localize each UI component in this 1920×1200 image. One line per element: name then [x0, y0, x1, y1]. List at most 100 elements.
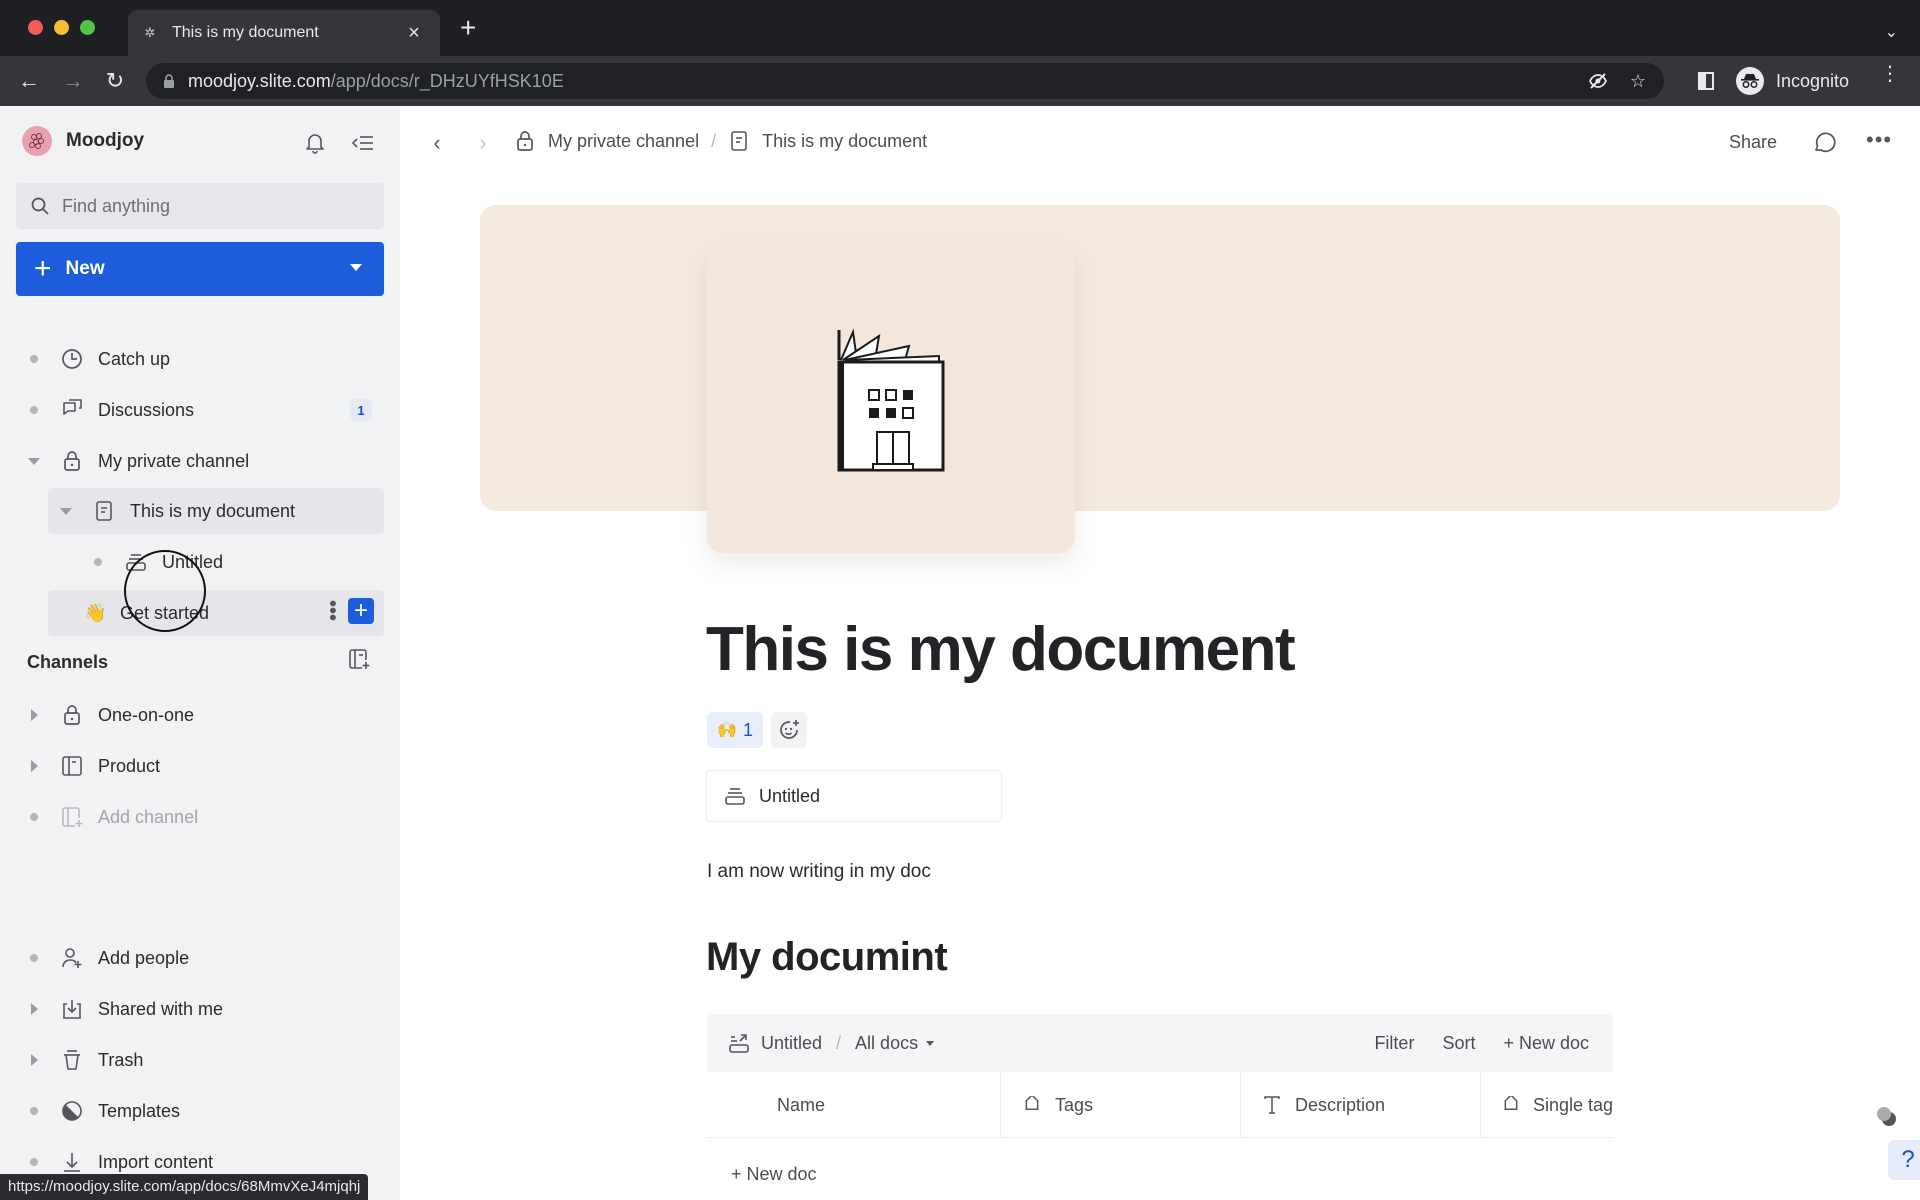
body-paragraph[interactable]: I am now writing in my doc [707, 861, 931, 883]
raising-hands-emoji: 🙌 [717, 722, 737, 739]
tag-icon [1021, 1094, 1043, 1116]
sidebar-item-my-private-channel[interactable]: My private channel [16, 438, 384, 484]
column-header-description[interactable]: Description [1241, 1072, 1481, 1138]
side-panel-icon[interactable] [1698, 72, 1714, 90]
expand-chevron-icon[interactable] [31, 709, 38, 721]
sidebar-item-untitled[interactable]: Untitled [80, 539, 384, 585]
breadcrumb-channel-link[interactable]: My private channel [548, 131, 699, 152]
profile-button[interactable]: Incognito [1736, 64, 1861, 98]
sidebar-item-templates[interactable]: Templates [16, 1088, 384, 1134]
sidebar-item-get-started[interactable]: 👋 Get started ••• + [48, 590, 384, 636]
view-name: All docs [855, 1032, 919, 1053]
channel-label: Product [98, 755, 161, 776]
new-channel-icon[interactable] [348, 648, 372, 672]
expand-chevron-icon[interactable] [31, 1003, 38, 1015]
view-selector[interactable]: All docs [855, 1032, 935, 1054]
new-button-label: New [65, 258, 105, 279]
column-label: Name [777, 1094, 826, 1115]
bullet-icon [30, 954, 38, 962]
breadcrumb-document-link[interactable]: This is my document [762, 131, 927, 152]
sidebar-item-this-is-my-document[interactable]: This is my document [48, 488, 384, 534]
sidebar: Moodjoy + New Catch up Discussions [0, 106, 400, 1200]
address-bar[interactable]: moodjoy.slite.com/app/docs/r_DHzUYfHSK10… [146, 63, 1664, 99]
expand-chevron-icon[interactable] [60, 507, 72, 515]
window-maximize-button[interactable] [80, 20, 95, 35]
more-options-icon[interactable]: ••• [1866, 129, 1892, 151]
embedded-collection-link[interactable]: Untitled [706, 770, 1002, 822]
sidebar-item-label: Untitled [162, 551, 224, 572]
share-button[interactable]: Share [1729, 132, 1777, 153]
history-forward-icon[interactable]: › [470, 130, 496, 156]
window-minimize-button[interactable] [54, 20, 69, 35]
bookmark-star-icon[interactable]: ☆ [1630, 71, 1646, 92]
tag-icon [1501, 1094, 1521, 1116]
database-toolbar: Untitled / All docs Filter Sort + New do… [707, 1014, 1613, 1072]
document-icon [728, 130, 750, 152]
sidebar-item-discussions[interactable]: Discussions 1 [16, 387, 384, 433]
expand-chevron-icon[interactable] [31, 760, 38, 772]
browser-tab[interactable]: ✲ This is my document × [128, 10, 440, 56]
workspace-switcher[interactable]: Moodjoy [22, 126, 144, 156]
browser-menu-icon[interactable]: ⋮ [1880, 64, 1900, 84]
document-title[interactable]: This is my document [706, 614, 1296, 685]
history-back-icon[interactable]: ‹ [424, 130, 450, 156]
discussion-icon [60, 398, 84, 422]
channel-label: One-on-one [98, 704, 195, 725]
document-icon-card[interactable] [707, 247, 1075, 553]
sidebar-item-trash[interactable]: Trash [16, 1037, 384, 1083]
trash-icon [60, 1048, 84, 1072]
sidebar-item-add-people[interactable]: Add people [16, 935, 384, 981]
workspace-logo [22, 126, 52, 156]
tab-search-chevron-icon[interactable]: ⌄ [1885, 22, 1898, 42]
sort-button[interactable]: Sort [1442, 1033, 1475, 1054]
browser-tabstrip: ✲ This is my document × + ⌄ [0, 0, 1920, 56]
sidebar-item-catch-up[interactable]: Catch up [16, 336, 384, 382]
sidebar-item-shared-with-me[interactable]: Shared with me [16, 986, 384, 1032]
new-button[interactable]: + New [16, 242, 384, 296]
search-input[interactable] [62, 195, 362, 217]
cover-image[interactable] [480, 205, 1840, 511]
new-doc-button[interactable]: + New doc [1503, 1033, 1589, 1054]
column-header-tags[interactable]: Tags [1001, 1072, 1241, 1138]
add-channel-button[interactable]: Add channel [16, 794, 384, 840]
add-row-button[interactable]: + New doc [731, 1164, 817, 1185]
filter-button[interactable]: Filter [1374, 1033, 1414, 1054]
reload-button[interactable]: ↻ [100, 66, 130, 96]
reaction-raising-hands[interactable]: 🙌 1 [707, 712, 763, 748]
tracking-protection-eye-off-icon[interactable] [1588, 71, 1608, 92]
add-subdoc-button[interactable]: + [348, 598, 374, 624]
add-reaction-icon[interactable] [771, 712, 807, 748]
bullet-icon [30, 406, 38, 414]
lock-icon [514, 130, 536, 152]
column-label: Tags [1055, 1094, 1094, 1115]
more-options-icon[interactable]: ••• [321, 600, 343, 621]
help-button[interactable]: ? [1888, 1140, 1920, 1180]
column-header-name[interactable]: Name [707, 1072, 1001, 1138]
expand-chevron-icon[interactable] [28, 457, 40, 465]
search-box[interactable] [16, 183, 384, 229]
collection-open-icon[interactable] [727, 1031, 751, 1055]
comments-icon[interactable] [1812, 130, 1838, 156]
collapse-sidebar-icon[interactable] [350, 130, 376, 156]
reaction-count: 1 [742, 719, 753, 740]
new-dropdown-caret-icon[interactable] [350, 264, 362, 271]
section-heading[interactable]: My documint [706, 935, 948, 980]
channel-product[interactable]: Product [16, 743, 384, 789]
reactions-bar: 🙌 1 [707, 712, 807, 748]
profile-label: Incognito [1776, 70, 1850, 91]
clock-icon [60, 347, 84, 371]
tab-close-icon[interactable]: × [402, 22, 426, 45]
window-close-button[interactable] [28, 20, 43, 35]
column-header-single-tag[interactable]: Single tag [1481, 1072, 1613, 1138]
forward-button[interactable]: → [58, 66, 88, 96]
new-tab-button[interactable]: + [460, 14, 476, 42]
embed-label: Untitled [759, 785, 821, 806]
presence-avatar-icon[interactable] [1876, 1106, 1896, 1126]
collection-name-link[interactable]: Untitled [761, 1033, 822, 1054]
expand-chevron-icon[interactable] [31, 1054, 38, 1066]
back-button[interactable]: ← [14, 66, 44, 96]
channel-one-on-one[interactable]: One-on-one [16, 692, 384, 738]
notifications-bell-icon[interactable] [302, 130, 328, 156]
link-hover-status: https://moodjoy.slite.com/app/docs/68Mmv… [0, 1174, 369, 1200]
breadcrumb-separator: / [711, 130, 717, 151]
